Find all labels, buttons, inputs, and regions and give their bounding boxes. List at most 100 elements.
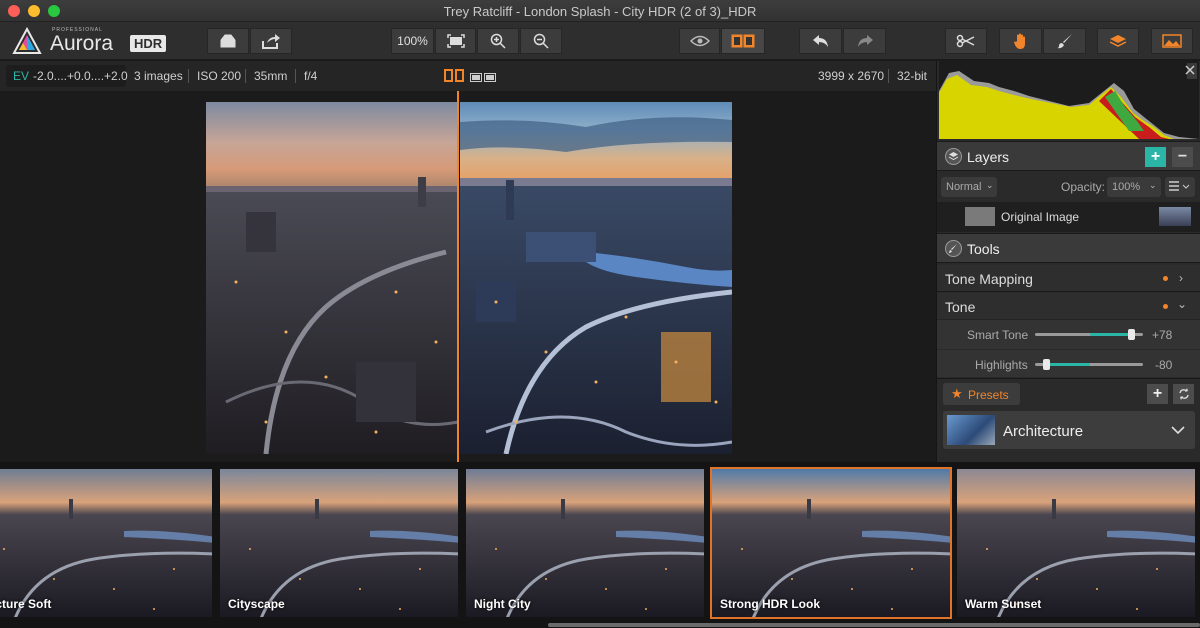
fit-screen-icon (446, 34, 465, 48)
share-button[interactable] (250, 28, 292, 54)
tools-title: Tools (967, 241, 1000, 257)
zoom-in-icon (490, 33, 506, 49)
blend-mode-select[interactable]: Normal ⌄ (941, 177, 997, 197)
menu-list-icon (1169, 181, 1190, 191)
layer-menu-button[interactable] (1165, 177, 1195, 197)
presets-button[interactable]: ★ Presets (943, 383, 1020, 405)
preset-filmstrip: hitecture Soft Cityscape Night City Strong … (0, 462, 1200, 628)
window-title: Trey Ratcliff - London Splash - City HDR… (443, 4, 757, 19)
tools-section-icon (945, 240, 962, 257)
redo-button[interactable] (843, 28, 886, 54)
chevron-down-icon: ⌄ (986, 180, 994, 190)
preset-thumbnail[interactable]: Cityscape (218, 467, 460, 619)
crop-scissors-icon (956, 34, 975, 48)
main-toolbar: PROFESSIONAL Aurora HDR 100% (0, 22, 1200, 60)
tool-section-tone[interactable]: Tone ⌄ (937, 293, 1200, 319)
undo-icon (812, 35, 828, 47)
preset-thumbnail[interactable]: Night City (464, 467, 706, 619)
histogram-close-icon[interactable] (1185, 65, 1195, 75)
opacity-select[interactable]: 100% ⌄ (1107, 177, 1161, 197)
preset-label: Cityscape (228, 597, 285, 611)
preset-thumbnail[interactable]: hitecture Soft (0, 467, 214, 619)
preset-category-label: Architecture (1003, 423, 1084, 440)
slider-value: +78 (1152, 328, 1173, 342)
aperture-value: f/4 (304, 69, 318, 83)
layers-section-icon (945, 148, 962, 165)
layers-header[interactable]: Layers + − (937, 141, 1200, 171)
undo-button[interactable] (799, 28, 842, 54)
slider-value: -80 (1155, 358, 1173, 372)
filmstrip-scrollbar[interactable] (548, 623, 1200, 627)
remove-layer-button[interactable]: − (1172, 147, 1193, 167)
fit-screen-button[interactable] (435, 28, 476, 54)
brush-icon (1056, 34, 1072, 49)
preset-label: Night City (474, 597, 531, 611)
app-logo: PROFESSIONAL Aurora HDR (12, 25, 167, 57)
add-layer-button[interactable]: + (1145, 147, 1166, 167)
zoom-level-button[interactable]: 100% (391, 28, 434, 54)
ev-label: EV (13, 69, 30, 83)
chevron-down-icon: ⌄ (1149, 180, 1157, 190)
split-compare-toggle[interactable] (444, 69, 464, 85)
modified-indicator-dot (1163, 276, 1168, 281)
presets-button-label: Presets (968, 388, 1009, 402)
slider-smart-tone[interactable]: Smart Tone +78 (937, 319, 1200, 349)
iso-value: ISO 200 (197, 69, 242, 83)
smart-tone-handle[interactable] (1128, 329, 1136, 340)
eye-icon (689, 35, 710, 47)
right-panel: Layers + − Normal ⌄ Opacity: 100% ⌄ Orig… (936, 61, 1200, 462)
preview-toggle-button[interactable] (679, 28, 720, 54)
info-divider (245, 69, 246, 83)
preset-thumbnail[interactable]: Strong HDR Look (710, 467, 952, 619)
tray-icon (220, 34, 236, 48)
hand-tool-button[interactable] (999, 28, 1042, 54)
layer-item-original[interactable]: Original Image (937, 202, 1200, 232)
hdr-photo[interactable] (206, 102, 732, 454)
zoom-out-button[interactable] (520, 28, 562, 54)
side-by-side-toggle[interactable] (470, 71, 496, 85)
layers-stack-icon (948, 152, 959, 161)
slider-label: Highlights (975, 358, 1028, 372)
brush-tool-button[interactable] (1043, 28, 1086, 54)
focal-length: 35mm (254, 69, 288, 83)
preset-label: Strong HDR Look (720, 597, 820, 611)
side-by-side-icon (470, 73, 496, 82)
open-file-button[interactable] (207, 28, 249, 54)
layers-icon (1109, 35, 1127, 47)
image-dimensions: 3999 x 2670 (818, 69, 885, 83)
preset-thumbnail[interactable]: Warm Sunset (955, 467, 1197, 619)
brush-circle-icon (949, 244, 957, 253)
preset-label: hitecture Soft (0, 597, 52, 611)
tools-header[interactable]: Tools (937, 233, 1200, 263)
slider-label: Smart Tone (967, 328, 1029, 342)
tool-section-label: Tone (945, 299, 976, 315)
image-panel-button[interactable] (1151, 28, 1193, 54)
hand-icon (1013, 33, 1025, 49)
tool-section-label: Tone Mapping (945, 271, 1033, 287)
opacity-label: Opacity: (1061, 180, 1106, 194)
layers-panel-button[interactable] (1097, 28, 1139, 54)
ev-range: -2.0....+0.0....+2.0 (33, 69, 128, 83)
sync-presets-button[interactable] (1173, 384, 1194, 404)
image-count: 3 images (134, 69, 183, 83)
logo-name: Aurora (50, 32, 114, 55)
split-compare-icon (444, 69, 464, 82)
layer-mask-thumbnail (965, 207, 995, 226)
tool-section-tone-mapping[interactable]: Tone Mapping › (937, 265, 1200, 292)
crop-button[interactable] (945, 28, 987, 54)
split-view-button[interactable] (721, 28, 765, 54)
slider-highlights[interactable]: Highlights -80 (937, 350, 1200, 377)
image-canvas[interactable] (0, 91, 936, 462)
preset-category-select[interactable]: Architecture (943, 411, 1195, 449)
compare-divider-handle[interactable] (457, 91, 459, 462)
layers-title: Layers (967, 149, 1010, 165)
highlights-handle[interactable] (1042, 359, 1050, 370)
layer-options-row: Normal ⌄ Opacity: 100% ⌄ (937, 173, 1200, 201)
sync-icon (1178, 388, 1189, 400)
modified-indicator-dot (1163, 304, 1168, 309)
add-preset-button[interactable]: + (1147, 384, 1168, 404)
zoom-in-button[interactable] (477, 28, 519, 54)
presets-section: ★ Presets + Architecture (937, 378, 1200, 462)
preset-label: Warm Sunset (965, 597, 1042, 611)
image-info-bar: EV -2.0....+0.0....+2.0 3 images ISO 200… (0, 61, 936, 91)
